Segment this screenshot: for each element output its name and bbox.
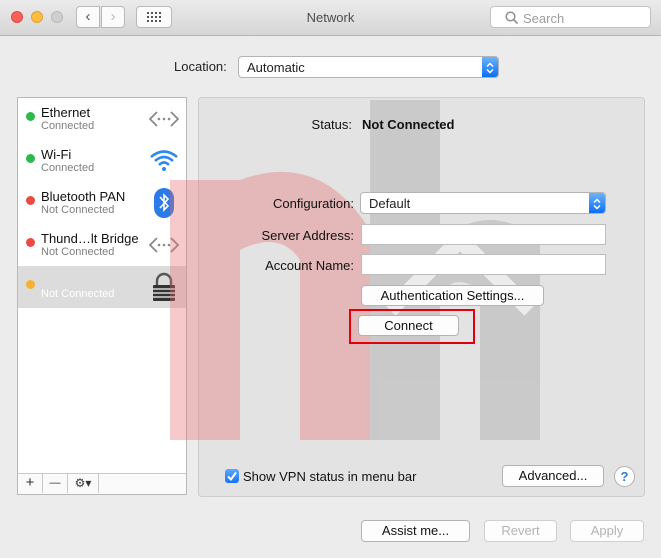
- service-item-wifi[interactable]: Wi-Fi Connected: [18, 140, 186, 182]
- wifi-icon: [150, 150, 178, 171]
- help-button[interactable]: ?: [614, 466, 635, 487]
- service-name: Wi-Fi: [41, 147, 72, 162]
- show-vpn-status-checkbox[interactable]: [225, 469, 239, 483]
- account-name-input[interactable]: [361, 254, 606, 275]
- search-icon: [505, 11, 519, 25]
- location-popup[interactable]: Automatic: [238, 56, 499, 78]
- service-status: Not Connected: [41, 246, 115, 258]
- service-list: Ethernet Connected Wi-Fi Connected Bluet…: [17, 97, 187, 495]
- account-name-label: Account Name:: [265, 258, 354, 273]
- advanced-button[interactable]: Advanced...: [502, 465, 604, 487]
- service-item-bluetooth-pan[interactable]: Bluetooth PAN Not Connected: [18, 182, 186, 224]
- apply-button[interactable]: Apply: [570, 520, 644, 542]
- thunderbolt-bridge-icon: [148, 237, 180, 253]
- configuration-popup[interactable]: Default: [360, 192, 606, 214]
- popup-arrows-icon: [482, 57, 498, 77]
- service-status: Connected: [41, 120, 95, 132]
- service-name: Ethernet: [41, 105, 91, 120]
- assist-me-button[interactable]: Assist me...: [361, 520, 470, 542]
- service-status: Not Connected: [41, 288, 115, 300]
- add-service-button[interactable]: +: [18, 474, 43, 493]
- bluetooth-icon: [154, 188, 174, 218]
- status-dot: [26, 154, 35, 163]
- search-field[interactable]: Search: [490, 6, 651, 28]
- server-address-input[interactable]: [361, 224, 606, 245]
- service-status: Connected: [41, 162, 95, 174]
- service-name: Thund…lt Bridge: [41, 231, 139, 246]
- location-label: Location:: [174, 59, 227, 74]
- checkmark-icon: [227, 471, 237, 482]
- service-item-thunderbolt-bridge[interactable]: Thund…lt Bridge Not Connected: [18, 224, 186, 266]
- revert-button[interactable]: Revert: [484, 520, 557, 542]
- service-status: Not Connected: [41, 204, 115, 216]
- authentication-settings-button[interactable]: Authentication Settings...: [361, 285, 544, 306]
- service-item-ethernet[interactable]: Ethernet Connected: [18, 98, 186, 140]
- popup-arrows-icon: [589, 193, 605, 213]
- service-list-footer: + — ⚙▾: [18, 473, 186, 494]
- status-dot: [26, 112, 35, 121]
- network-preferences-window: ‹ › Network Search Location: Automatic E…: [0, 0, 661, 558]
- server-address-label: Server Address:: [261, 228, 355, 243]
- configuration-value: Default: [369, 196, 411, 211]
- status-dot: [26, 196, 35, 205]
- connect-highlight-box: [349, 309, 475, 344]
- ethernet-icon: [148, 111, 180, 127]
- status-dot: [26, 238, 35, 247]
- status-value: Not Connected: [362, 117, 455, 132]
- search-placeholder: Search: [523, 11, 565, 26]
- service-item-vpn[interactable]: Not Connected: [18, 266, 186, 308]
- location-value: Automatic: [247, 60, 305, 75]
- show-vpn-status-label: Show VPN status in menu bar: [243, 469, 417, 484]
- status-label: Status:: [311, 117, 352, 132]
- title-bar: ‹ › Network Search: [0, 0, 661, 36]
- vpn-lock-icon: [153, 272, 175, 301]
- gear-menu-button[interactable]: ⚙▾: [68, 474, 99, 493]
- configuration-label: Configuration:: [273, 196, 354, 211]
- remove-service-button[interactable]: —: [43, 474, 68, 493]
- service-name: Bluetooth PAN: [41, 189, 126, 204]
- status-dot: [26, 280, 35, 289]
